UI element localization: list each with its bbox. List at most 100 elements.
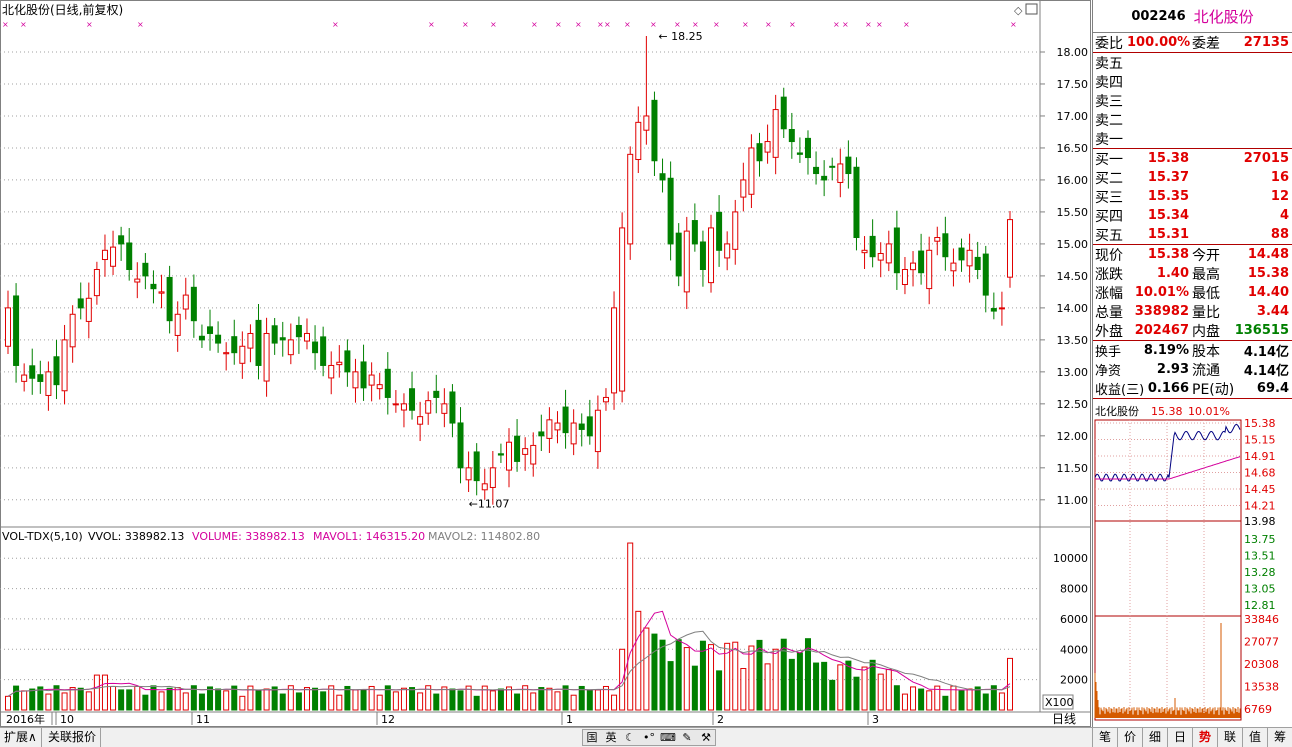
volume-bar [861, 666, 868, 711]
stat-row: 外盘 202467 内盘 136515 [1093, 321, 1292, 340]
input-tool-strip: 国英 ☾ •° ⌨ ✎ ⚒ [582, 729, 716, 746]
related-quote-button[interactable]: 关联报价 [44, 728, 102, 747]
signal-marker: × [86, 20, 93, 29]
candle-body [643, 115, 650, 131]
time-label: 2 [717, 713, 724, 726]
fund-value: 69.4 [1256, 381, 1289, 396]
tool-icon[interactable]: ☾ [621, 730, 639, 745]
stat-value: 15.38 [1147, 247, 1189, 262]
candle-body [45, 371, 52, 396]
tab-细[interactable]: 细 [1142, 728, 1167, 747]
tab-势[interactable]: 势 [1192, 728, 1217, 747]
period-label: 日线 [1052, 712, 1076, 726]
candle-body [756, 143, 763, 162]
volume-bar [901, 693, 908, 711]
buy-label: 买五 [1095, 227, 1123, 244]
tab-联[interactable]: 联 [1217, 728, 1242, 747]
tab-笔[interactable]: 笔 [1092, 728, 1117, 747]
candle-body [85, 297, 92, 322]
candle-body [271, 325, 278, 344]
volume-bar [675, 639, 682, 711]
candle-body [376, 384, 383, 390]
candle-body [255, 319, 262, 366]
y-tick-label: 14.50 [1057, 270, 1089, 283]
candle-body [562, 406, 569, 434]
vol-tick-label: 8000 [1060, 583, 1088, 596]
vol-tick-label: 2000 [1060, 674, 1088, 687]
candle-body [893, 227, 900, 274]
candle-body [166, 276, 173, 322]
fund-label: 换手 [1095, 345, 1122, 360]
weicha-value: 27135 [1243, 35, 1289, 50]
candle-body [134, 278, 141, 283]
candle-body [546, 419, 553, 439]
tool-icon[interactable]: ✎ [678, 730, 696, 745]
fund-value: 8.19% [1143, 343, 1189, 358]
tool-icon[interactable]: 国 [583, 730, 601, 745]
candle-body [77, 298, 84, 309]
candle-body [223, 352, 230, 355]
volume-bar [780, 638, 787, 711]
fund-value: 0.166 [1147, 381, 1189, 396]
candle-body [320, 336, 327, 366]
kline-chart[interactable]: 北化股份(日线,前复权) ◇ 18.00 17.50 17.00 16.50 16.00 15… [0, 0, 1092, 727]
vol-tick-label: 10000 [1053, 552, 1088, 565]
signal-marker: × [137, 20, 144, 29]
buy-volume: 16 [1270, 170, 1289, 185]
candle-body [457, 422, 464, 469]
mini-vol-tick: 13538 [1244, 681, 1279, 694]
volume-bar [586, 689, 593, 711]
intraday-mini-chart[interactable]: 北化股份 15.38 10.01% 15.38 15.15 14.91 14.68 14.45… [1093, 405, 1292, 725]
candle-body [101, 249, 108, 261]
candle-body [150, 283, 157, 290]
tool-icon[interactable]: ⚒ [697, 730, 715, 745]
kline-chart-area[interactable]: 北化股份(日线,前复权) ◇ 18.00 17.50 17.00 16.50 16.00 15… [0, 0, 1092, 730]
volume-bar [667, 661, 674, 711]
candle-body [13, 295, 20, 366]
fundamental-row: 收益(三) 0.166 PE(动) 69.4 [1093, 379, 1292, 398]
volume-bar [853, 676, 860, 711]
volume-bar [29, 688, 36, 711]
tool-icon[interactable]: 英 [602, 730, 620, 745]
candle-body [619, 227, 626, 392]
volume-bar [594, 689, 601, 711]
tab-值[interactable]: 值 [1242, 728, 1267, 747]
signal-marker: × [876, 20, 883, 29]
candle-body [966, 249, 973, 267]
volume-bar [21, 690, 28, 711]
tab-价[interactable]: 价 [1117, 728, 1142, 747]
mini-price-tick: 14.45 [1244, 483, 1276, 496]
volume-bar [708, 644, 715, 711]
signal-marker: × [624, 20, 631, 29]
candle-body [328, 364, 335, 379]
buy-price: 15.35 [1147, 189, 1189, 204]
sell-label: 卖一 [1095, 131, 1123, 148]
buy-price: 15.31 [1147, 227, 1189, 242]
volume-bar [627, 542, 634, 711]
volume-indicator-label: VOL-TDX(5,10) [2, 530, 83, 543]
weibi-row: 委比 100.00% 委差 27135 [1093, 33, 1292, 52]
expand-button[interactable]: 扩展∧ [0, 728, 42, 747]
candle-body [344, 350, 351, 373]
candle-body [400, 403, 407, 411]
stat-value: 202467 [1134, 323, 1189, 338]
candle-body [465, 467, 472, 481]
tool-icon[interactable]: •° [640, 730, 658, 745]
tab-筹[interactable]: 筹 [1267, 728, 1292, 747]
stat-label: 涨跌 [1095, 266, 1123, 283]
candle-body [384, 368, 391, 398]
candle-body [990, 308, 997, 312]
candle-body [489, 467, 496, 488]
mini-price-mid: 13.98 [1244, 515, 1276, 528]
tool-icon[interactable]: ⌨ [659, 730, 677, 745]
y-tick-label: 15.50 [1057, 206, 1089, 219]
stat-value: 10.01% [1134, 285, 1189, 300]
signal-marker: × [674, 20, 681, 29]
volume-bar [417, 692, 424, 711]
time-label: 11 [196, 713, 210, 726]
candle-body [724, 243, 731, 259]
tab-日[interactable]: 日 [1167, 728, 1192, 747]
volume-bar [118, 689, 125, 711]
candle-body [158, 291, 165, 294]
volume-bar [449, 688, 456, 711]
